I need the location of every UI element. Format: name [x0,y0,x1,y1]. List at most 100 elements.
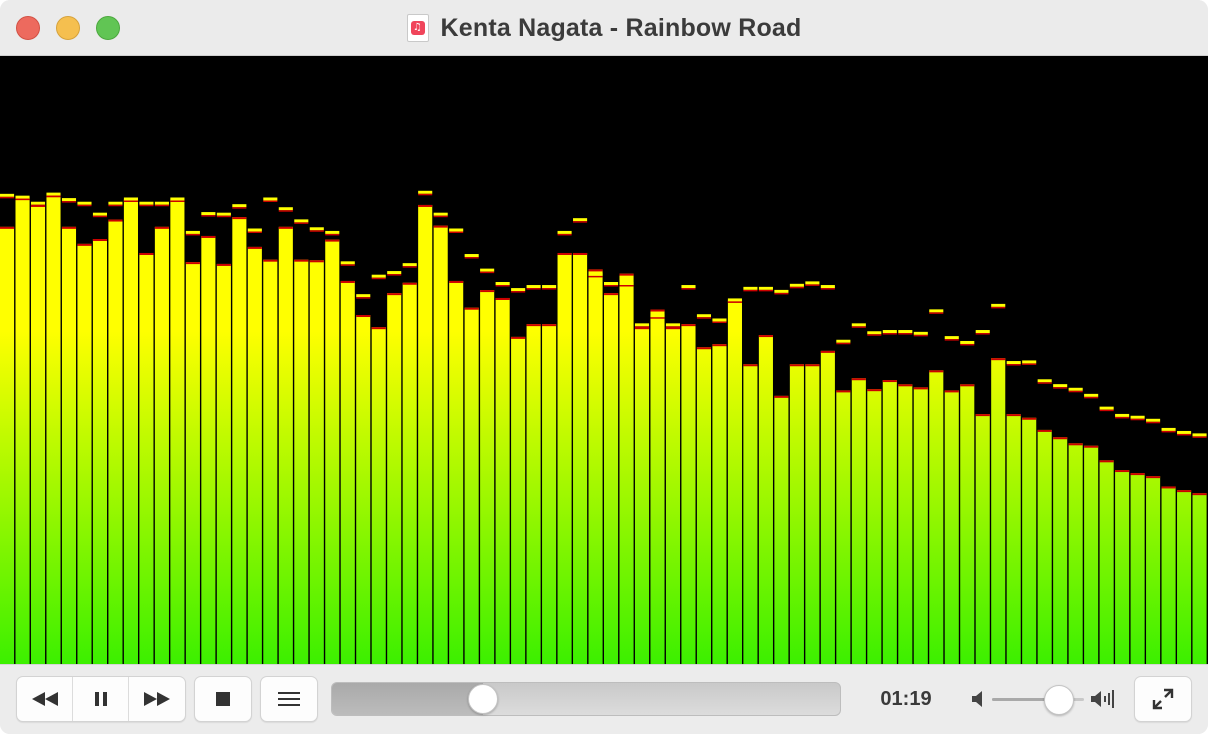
spectrum-bar-cap [464,307,479,310]
spectrum-bar [402,282,417,664]
spectrum-bar-cap [882,380,897,383]
spectrum-bar [913,387,928,664]
spectrum-bar-cap [61,226,77,229]
spectrum-peak-edge [92,215,108,218]
stop-button[interactable] [194,676,252,722]
spectrum-peak-edge [1161,430,1176,433]
spectrum-bar [511,336,526,664]
volume-knob[interactable] [1044,685,1075,715]
spectrum-peak-edge [1084,396,1099,399]
spectrum-peak-edge [1146,421,1161,424]
spectrum-bar [820,350,835,664]
volume-slider[interactable] [992,685,1084,715]
volume-low-icon[interactable] [971,689,987,709]
spectrum-peak-marker [727,298,742,302]
spectrum-peak-edge [511,291,526,293]
spectrum-bar [387,293,402,664]
spectrum-peak-edge [867,334,882,336]
spectrum-bar [867,389,882,664]
spectrum-peak-marker [1177,430,1192,434]
spectrum-bar-cap [325,239,340,242]
spectrum-bar [542,324,557,664]
spectrum-peak-edge [604,285,619,287]
seek-bar[interactable] [331,682,841,716]
spectrum-peak-edge [1099,409,1114,412]
spectrum-bar-cap [851,378,866,381]
pause-button[interactable] [73,677,129,721]
spectrum-bar [247,246,262,664]
spectrum-peak-edge [619,285,634,287]
spectrum-bar-cap [944,390,959,393]
spectrum-peak-marker [433,212,448,216]
spectrum-bar-cap [108,219,123,222]
fast-forward-button[interactable] [129,677,185,721]
spectrum-peak-marker [92,212,108,216]
spectrum-bar [650,309,665,664]
spectrum-bar [696,347,712,664]
spectrum-peak-edge [805,284,820,286]
spectrum-bar [1099,460,1114,664]
elapsed-time[interactable]: 01:19 [866,687,946,711]
seek-progress [332,683,483,715]
spectrum-bar-cap [387,293,402,296]
spectrum-bar [1037,429,1052,664]
spectrum-bar [123,199,138,664]
fullscreen-button[interactable] [1134,676,1192,722]
spectrum-peak-edge [712,321,727,323]
spectrum-peak-edge [929,312,944,314]
spectrum-peak-edge [201,215,216,217]
spectrum-peak-marker [46,192,61,196]
spectrum-bar-cap [340,280,355,283]
spectrum-bar-cap [1053,437,1068,440]
playlist-button[interactable] [260,676,318,722]
spectrum-bar [263,259,278,664]
spectrum-bar-cap [1192,493,1207,496]
spectrum-bar-cap [1022,417,1037,420]
spectrum-bar-cap [1177,490,1192,493]
spectrum-bar [154,226,169,664]
spectrum-peak-marker [1068,387,1083,391]
spectrum-bar-cap [139,252,154,255]
spectrum-bar-cap [1099,460,1114,463]
spectrum-peak-edge [1192,436,1207,438]
spectrum-bar-cap [526,324,541,327]
spectrum-bar [185,262,200,664]
spectrum-peak-marker [1161,427,1176,431]
spectrum-peak-edge [325,233,340,236]
seek-knob[interactable] [467,684,498,714]
spectrum-peak-marker [1006,361,1021,365]
spectrum-peak-marker [774,289,789,293]
spectrum-bar-cap [573,252,588,255]
spectrum-peak-marker [15,195,30,199]
music-note-icon: ♫ [410,21,425,35]
spectrum-peak-marker [464,254,479,258]
title-bar[interactable]: ♫ Kenta Nagata - Rainbow Road [0,0,1208,56]
spectrum-peak-marker [991,303,1006,307]
spectrum-bar-cap [681,324,696,327]
spectrum-peak-marker [61,198,77,202]
spectrum-peak-edge [882,333,897,335]
spectrum-peak-edge [0,196,15,199]
spectrum-bar [170,199,185,664]
spectrum-bar [526,324,541,664]
spectrum-bar-cap [232,217,247,220]
spectrum-peak-marker [882,330,897,334]
spectrum-peak-edge [30,204,46,207]
spectrum-bar-cap [588,269,603,272]
spectrum-bar [758,335,773,664]
volume-high-icon[interactable] [1090,687,1116,711]
spectrum-peak-edge [634,326,650,328]
spectrum-bar-cap [1084,445,1099,448]
spectrum-peak-edge [495,285,510,287]
spectrum-peak-edge [1130,418,1145,421]
spectrum-peak-marker [495,282,510,285]
spectrum-bar [712,344,727,664]
spectrum-bar-cap [557,252,572,255]
spectrum-bar [356,315,371,664]
spectrum-peak-edge [650,317,665,319]
spectrum-bar [46,195,61,664]
rewind-button[interactable] [17,677,73,721]
spectrum-peak-marker [836,339,851,343]
spectrum-peak-edge [449,231,464,233]
music-file-icon: ♫ [406,14,429,42]
